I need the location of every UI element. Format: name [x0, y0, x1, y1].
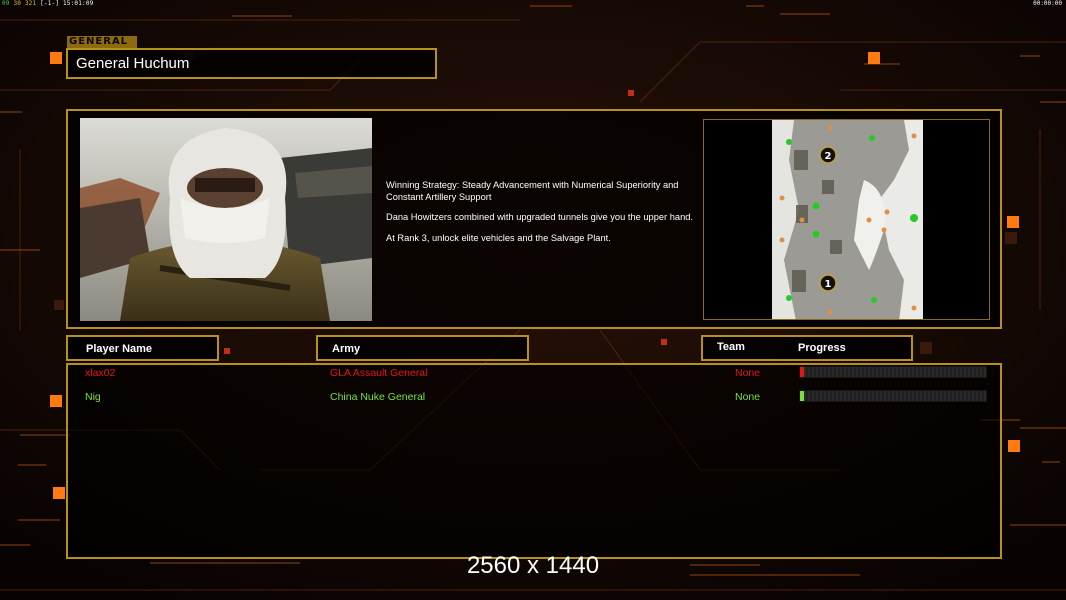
start-position-1: 1 [819, 274, 837, 292]
header-player-name-label: Player Name [86, 343, 153, 355]
map-preview: 2 1 [703, 119, 990, 320]
fps-value-d: [-1-] [40, 0, 60, 7]
fps-readout: 09 30 321 [-1-] 15:01:09 [2, 0, 94, 7]
clock-left: 15:01:09 [63, 0, 94, 7]
column-header-team-progress: Team Progress [701, 335, 913, 361]
player-army: GLA Assault General [330, 367, 428, 379]
general-name: General Huchum [76, 55, 190, 72]
general-name-box: General Huchum [66, 48, 437, 79]
player-army: China Nuke General [330, 391, 426, 403]
player-team: None [735, 367, 761, 379]
player-name: Nig [85, 391, 101, 403]
player-progress-bar [799, 366, 987, 378]
strategy-paragraph-1: Winning Strategy: Steady Advancement wit… [386, 180, 679, 202]
map-image: 2 1 [772, 120, 923, 319]
header-army-label: Army [332, 343, 361, 355]
column-header-player-name: Player Name [66, 335, 219, 361]
column-header-army: Army [316, 335, 529, 361]
resolution-label: 2560 x 1440 [466, 552, 600, 579]
header-team-label: Team [717, 341, 745, 353]
general-label: GENERAL [67, 36, 137, 48]
player-name: xlax02 [85, 367, 116, 379]
progress-fill [800, 367, 804, 377]
fps-value-c: 321 [24, 0, 37, 7]
start-position-2: 2 [819, 146, 837, 164]
svg-text:1: 1 [825, 279, 832, 290]
svg-text:2: 2 [825, 151, 832, 162]
general-portrait [80, 118, 372, 321]
fps-value-b: 30 [13, 0, 22, 7]
strategy-text: Winning Strategy: Steady Advancement wit… [386, 180, 698, 253]
player-team: None [735, 391, 761, 403]
header-progress-label: Progress [798, 342, 846, 354]
fps-value-a: 09 [2, 0, 10, 7]
clock-right: 00:00:00 [1033, 0, 1062, 7]
portrait-image [80, 118, 372, 321]
strategy-paragraph-2: Dana Howitzers combined with upgraded tu… [386, 212, 693, 222]
progress-fill [800, 391, 804, 401]
player-progress-bar [799, 390, 987, 402]
strategy-paragraph-3: At Rank 3, unlock elite vehicles and the… [386, 232, 611, 243]
